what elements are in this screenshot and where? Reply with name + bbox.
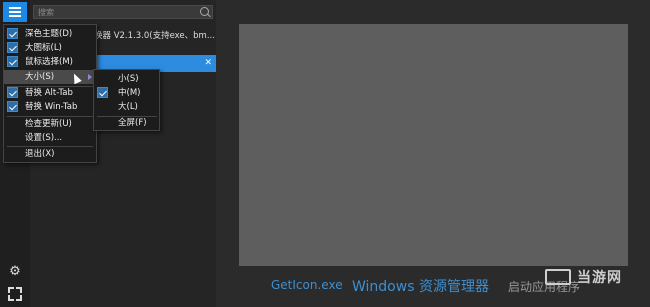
menu-item-label: 深色主题(D): [25, 29, 73, 39]
hamburger-icon-line: [9, 11, 21, 13]
list-item[interactable]: 换器 V2.1.3.0(支持exe、bm...: [94, 29, 216, 41]
menu-item-exit[interactable]: 退出(X): [4, 147, 96, 161]
close-icon[interactable]: ✕: [204, 58, 212, 68]
menu-item-check-updates[interactable]: 检查更新(U): [4, 117, 96, 131]
menu-item-label: 替换 Win-Tab: [25, 102, 78, 112]
watermark: 当游网: [545, 266, 645, 288]
menu-item-settings[interactable]: 设置(S)...: [4, 131, 96, 145]
checkbox-checked: [7, 56, 18, 67]
gear-icon[interactable]: ⚙: [8, 265, 22, 279]
menu-item-mouse-select[interactable]: 鼠标选择(M): [4, 55, 96, 69]
hamburger-icon-line: [9, 15, 21, 17]
search-icon[interactable]: [200, 7, 209, 16]
submenu-item-label: 小(S): [118, 74, 139, 84]
search-placeholder: 搜索: [38, 8, 54, 17]
checkbox-checked: [7, 87, 18, 98]
submenu-item-medium[interactable]: 中(M): [94, 86, 159, 100]
submenu-item-fullscreen[interactable]: 全屏(F): [94, 116, 159, 130]
menu-item-label: 检查更新(U): [25, 119, 72, 129]
menu-item-replace-win-tab[interactable]: 替换 Win-Tab: [4, 100, 96, 114]
menu-item-label: 替换 Alt-Tab: [25, 88, 73, 98]
submenu-item-small[interactable]: 小(S): [94, 72, 159, 86]
watermark-text: 当游网: [577, 270, 622, 286]
chevron-right-icon: [88, 74, 92, 80]
menu-item-label: 大小(S): [25, 72, 55, 82]
hamburger-menu-button[interactable]: [3, 2, 27, 22]
watermark-logo: [545, 269, 571, 285]
submenu-item-label: 全屏(F): [118, 118, 147, 128]
window-preview[interactable]: [239, 24, 628, 266]
checkbox-checked: [7, 42, 18, 53]
menu-item-size[interactable]: 大小(S): [4, 70, 96, 84]
menu-item-dark-theme[interactable]: 深色主题(D): [4, 27, 96, 41]
checkbox-checked: [97, 87, 108, 98]
submenu-item-large[interactable]: 大(L): [94, 100, 159, 114]
menu-item-label: 退出(X): [25, 149, 55, 159]
menu-item-replace-alt-tab[interactable]: 替换 Alt-Tab: [4, 86, 96, 100]
hamburger-icon-line: [9, 7, 21, 9]
main-menu: 深色主题(D) 大图标(L) 鼠标选择(M) 大小(S) 替换 Alt-Tab …: [3, 24, 97, 163]
app-label-geticon[interactable]: GetIcon.exe: [271, 278, 343, 292]
size-submenu: 小(S) 中(M) 大(L) 全屏(F): [93, 69, 160, 131]
checkbox-checked: [7, 101, 18, 112]
expand-icon[interactable]: [8, 287, 22, 301]
menu-item-large-icons[interactable]: 大图标(L): [4, 41, 96, 55]
menu-item-label: 设置(S)...: [25, 133, 63, 143]
checkbox-checked: [7, 28, 18, 39]
search-input[interactable]: 搜索: [33, 5, 213, 19]
submenu-item-label: 中(M): [118, 88, 141, 98]
menu-item-label: 鼠标选择(M): [25, 57, 73, 67]
submenu-item-label: 大(L): [118, 102, 138, 112]
app-label-explorer[interactable]: Windows 资源管理器: [352, 276, 489, 296]
menu-item-label: 大图标(L): [25, 43, 62, 53]
